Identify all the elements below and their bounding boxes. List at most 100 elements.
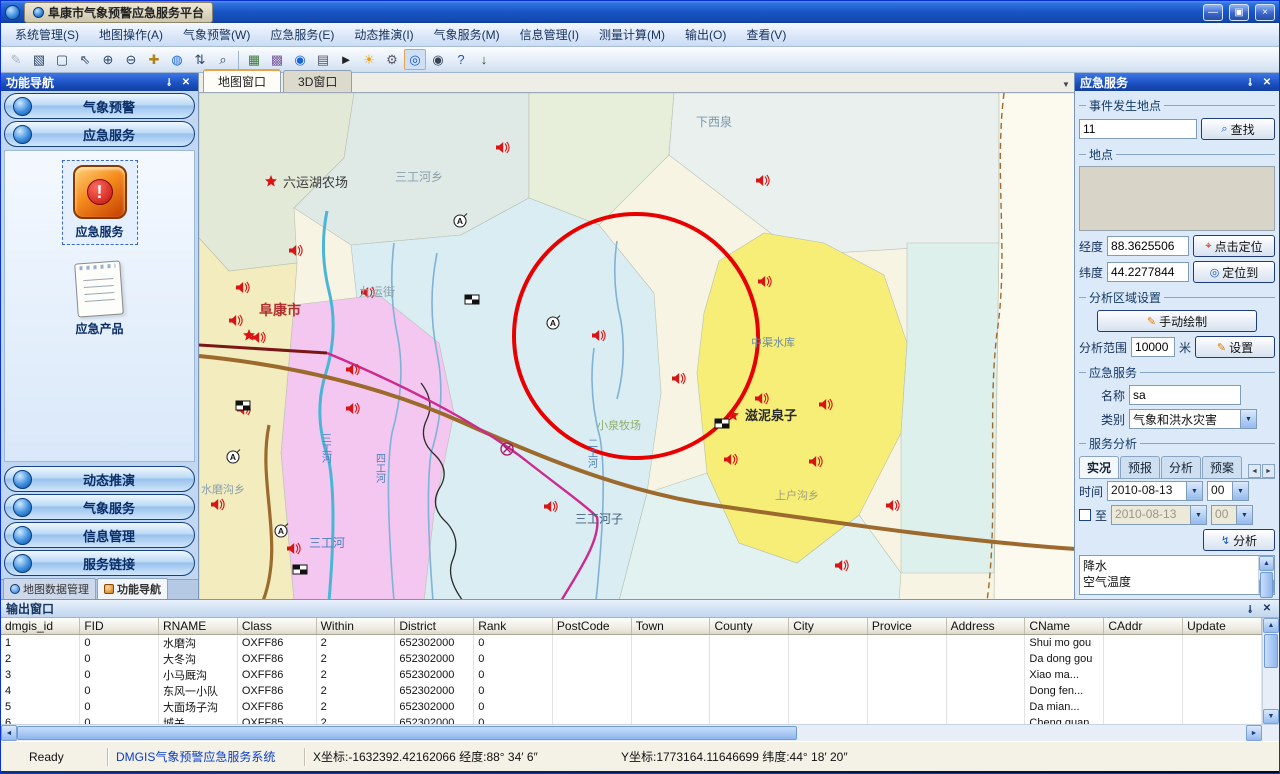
set-range-button[interactable]: ✎ 设置 bbox=[1195, 336, 1275, 358]
nav-button-bottom-0[interactable]: 动态推演 bbox=[4, 466, 195, 492]
menu-item-2[interactable]: 气象预警(W) bbox=[173, 24, 260, 45]
tab-scroll-right-icon[interactable]: ► bbox=[1262, 464, 1275, 478]
monitor-station-marker[interactable] bbox=[454, 214, 467, 228]
pan-move-icon[interactable]: ✚ bbox=[143, 49, 165, 70]
column-header-address[interactable]: Address bbox=[946, 618, 1025, 634]
analysis-item-list[interactable]: 降水空气温度 ▲ ▼ bbox=[1079, 555, 1275, 595]
add-image-icon[interactable]: ▦ bbox=[243, 49, 265, 70]
visibility-eye-icon[interactable]: ◉ bbox=[427, 49, 449, 70]
event-location-input[interactable] bbox=[1079, 119, 1197, 139]
settings-gear-icon[interactable]: ⚙ bbox=[381, 49, 403, 70]
service-name-input[interactable] bbox=[1129, 385, 1241, 405]
monitor-station-marker[interactable] bbox=[227, 450, 240, 464]
pin-icon[interactable]: ⊸ bbox=[162, 75, 176, 89]
service-type-combo[interactable]: 气象和洪水灾害 ▼ bbox=[1129, 409, 1257, 429]
dropdown-arrow-icon[interactable]: ▼ bbox=[1232, 482, 1248, 500]
list-scrollbar[interactable]: ▲ ▼ bbox=[1258, 556, 1274, 594]
close-button[interactable]: × bbox=[1255, 4, 1275, 21]
zoom-selection-icon[interactable]: ⌕ bbox=[212, 49, 234, 70]
column-header-provice[interactable]: Provice bbox=[867, 618, 946, 634]
zoom-in-icon[interactable]: ⊕ bbox=[97, 49, 119, 70]
zoom-extent-icon[interactable]: ⇅ bbox=[189, 49, 211, 70]
column-header-cname[interactable]: CName bbox=[1025, 618, 1104, 634]
scroll-up-icon[interactable]: ▲ bbox=[1259, 556, 1274, 571]
full-extent-icon[interactable]: ◍ bbox=[166, 49, 188, 70]
monitor-station-marker[interactable] bbox=[547, 316, 560, 330]
place-list-box[interactable] bbox=[1079, 166, 1275, 231]
edit-pencil-icon[interactable]: ✎ bbox=[5, 49, 27, 70]
column-header-postcode[interactable]: PostCode bbox=[552, 618, 631, 634]
menu-item-4[interactable]: 动态推演(I) bbox=[344, 24, 423, 45]
column-header-district[interactable]: District bbox=[395, 618, 474, 634]
table-row[interactable]: 10水磨沟OXFF8626523020000Shui mo gou bbox=[1, 634, 1262, 651]
monitor-station-marker[interactable] bbox=[275, 524, 288, 538]
tab-3d-window[interactable]: 3D窗口 bbox=[283, 70, 352, 92]
close-icon[interactable]: ✕ bbox=[1260, 75, 1274, 89]
print-icon[interactable]: ▤ bbox=[312, 49, 334, 70]
add-layer-icon[interactable]: ▩ bbox=[266, 49, 288, 70]
column-header-within[interactable]: Within bbox=[316, 618, 395, 634]
column-header-update[interactable]: Update bbox=[1183, 618, 1262, 634]
menu-item-5[interactable]: 气象服务(M) bbox=[424, 24, 510, 45]
menu-item-8[interactable]: 输出(O) bbox=[675, 24, 736, 45]
scrollbar-thumb[interactable] bbox=[17, 726, 797, 740]
nav-button-top-0[interactable]: 气象预警 bbox=[4, 93, 195, 119]
road-shield-marker[interactable] bbox=[465, 295, 479, 304]
map-canvas[interactable]: A bbox=[199, 93, 1074, 599]
column-header-caddr[interactable]: CAddr bbox=[1104, 618, 1183, 634]
scroll-right-icon[interactable]: ► bbox=[1246, 725, 1262, 741]
goto-location-button[interactable]: ◎ 定位到 bbox=[1193, 261, 1275, 283]
left-tab-function-nav[interactable]: 功能导航 bbox=[97, 578, 168, 599]
longitude-field[interactable] bbox=[1107, 236, 1189, 256]
select-rectangle-icon[interactable]: ▢ bbox=[51, 49, 73, 70]
table-row[interactable]: 30小马厩沟OXFF8626523020000Xiao ma... bbox=[1, 667, 1262, 683]
left-tab-map-data[interactable]: 地图数据管理 bbox=[3, 578, 96, 599]
hour-from-combo[interactable]: 00 ▼ bbox=[1207, 481, 1249, 501]
output-horizontal-scrollbar[interactable]: ◄ ► bbox=[1, 724, 1279, 741]
tab-scroll-left-icon[interactable]: ◄ bbox=[1248, 464, 1261, 478]
analysis-tab-0[interactable]: 实况 bbox=[1079, 456, 1119, 478]
date-to-combo[interactable]: 2010-08-13 ▼ bbox=[1111, 505, 1207, 525]
column-header-dmgis_id[interactable]: dmgis_id bbox=[1, 618, 80, 634]
dropdown-arrow-icon[interactable]: ▼ bbox=[1190, 506, 1206, 524]
date-from-combo[interactable]: 2010-08-13 ▼ bbox=[1107, 481, 1203, 501]
map-export-icon[interactable]: ◉ bbox=[289, 49, 311, 70]
analyze-button[interactable]: ↯ 分析 bbox=[1203, 529, 1275, 551]
nav-button-bottom-2[interactable]: 信息管理 bbox=[4, 522, 195, 548]
tab-map-window[interactable]: 地图窗口 bbox=[203, 69, 281, 92]
restore-button[interactable]: ▣ bbox=[1229, 4, 1249, 21]
manual-draw-button[interactable]: ✎ 手动绘制 bbox=[1097, 310, 1257, 332]
list-item[interactable]: 空气温度 bbox=[1081, 573, 1257, 589]
nav-button-bottom-1[interactable]: 气象服务 bbox=[4, 494, 195, 520]
dropdown-arrow-icon[interactable]: ▼ bbox=[1236, 506, 1252, 524]
nav-button-top-1[interactable]: 应急服务 bbox=[4, 121, 195, 147]
output-vertical-scrollbar[interactable]: ▲ ▼ bbox=[1262, 618, 1279, 724]
column-header-rank[interactable]: Rank bbox=[474, 618, 553, 634]
menu-item-1[interactable]: 地图操作(A) bbox=[89, 24, 173, 45]
menu-item-9[interactable]: 查看(V) bbox=[736, 24, 796, 45]
select-pointer-icon[interactable]: ⇖ bbox=[74, 49, 96, 70]
export-data-icon[interactable]: ↓ bbox=[473, 49, 495, 70]
road-shield-marker[interactable] bbox=[293, 565, 307, 574]
road-shield-marker[interactable] bbox=[715, 419, 729, 428]
emergency-service-shortcut[interactable]: ! 应急服务 bbox=[63, 161, 137, 244]
road-shield-marker[interactable] bbox=[236, 401, 250, 410]
dropdown-arrow-icon[interactable]: ▼ bbox=[1186, 482, 1202, 500]
analysis-tab-3[interactable]: 预案 bbox=[1202, 456, 1242, 478]
analysis-tab-2[interactable]: 分析 bbox=[1161, 456, 1201, 478]
menu-item-3[interactable]: 应急服务(E) bbox=[260, 24, 344, 45]
column-header-county[interactable]: County bbox=[710, 618, 789, 634]
list-item[interactable]: 降水 bbox=[1081, 557, 1257, 573]
hour-to-combo[interactable]: 00 ▼ bbox=[1211, 505, 1253, 525]
column-header-class[interactable]: Class bbox=[237, 618, 316, 634]
table-row[interactable]: 40东风一小队OXFF8626523020000Dong fen... bbox=[1, 683, 1262, 699]
menu-item-6[interactable]: 信息管理(I) bbox=[510, 24, 589, 45]
pointer-arrow-icon[interactable]: ► bbox=[335, 49, 357, 70]
table-row[interactable]: 20大冬沟OXFF8626523020000Da dong gou bbox=[1, 651, 1262, 667]
scroll-left-icon[interactable]: ◄ bbox=[1, 725, 17, 741]
nav-button-bottom-3[interactable]: 服务链接 bbox=[4, 550, 195, 576]
close-icon[interactable]: ✕ bbox=[1260, 602, 1274, 616]
find-button[interactable]: ⌕ 查找 bbox=[1201, 118, 1275, 140]
to-checkbox[interactable] bbox=[1079, 509, 1091, 521]
click-locate-button[interactable]: ⌖ 点击定位 bbox=[1193, 235, 1275, 257]
